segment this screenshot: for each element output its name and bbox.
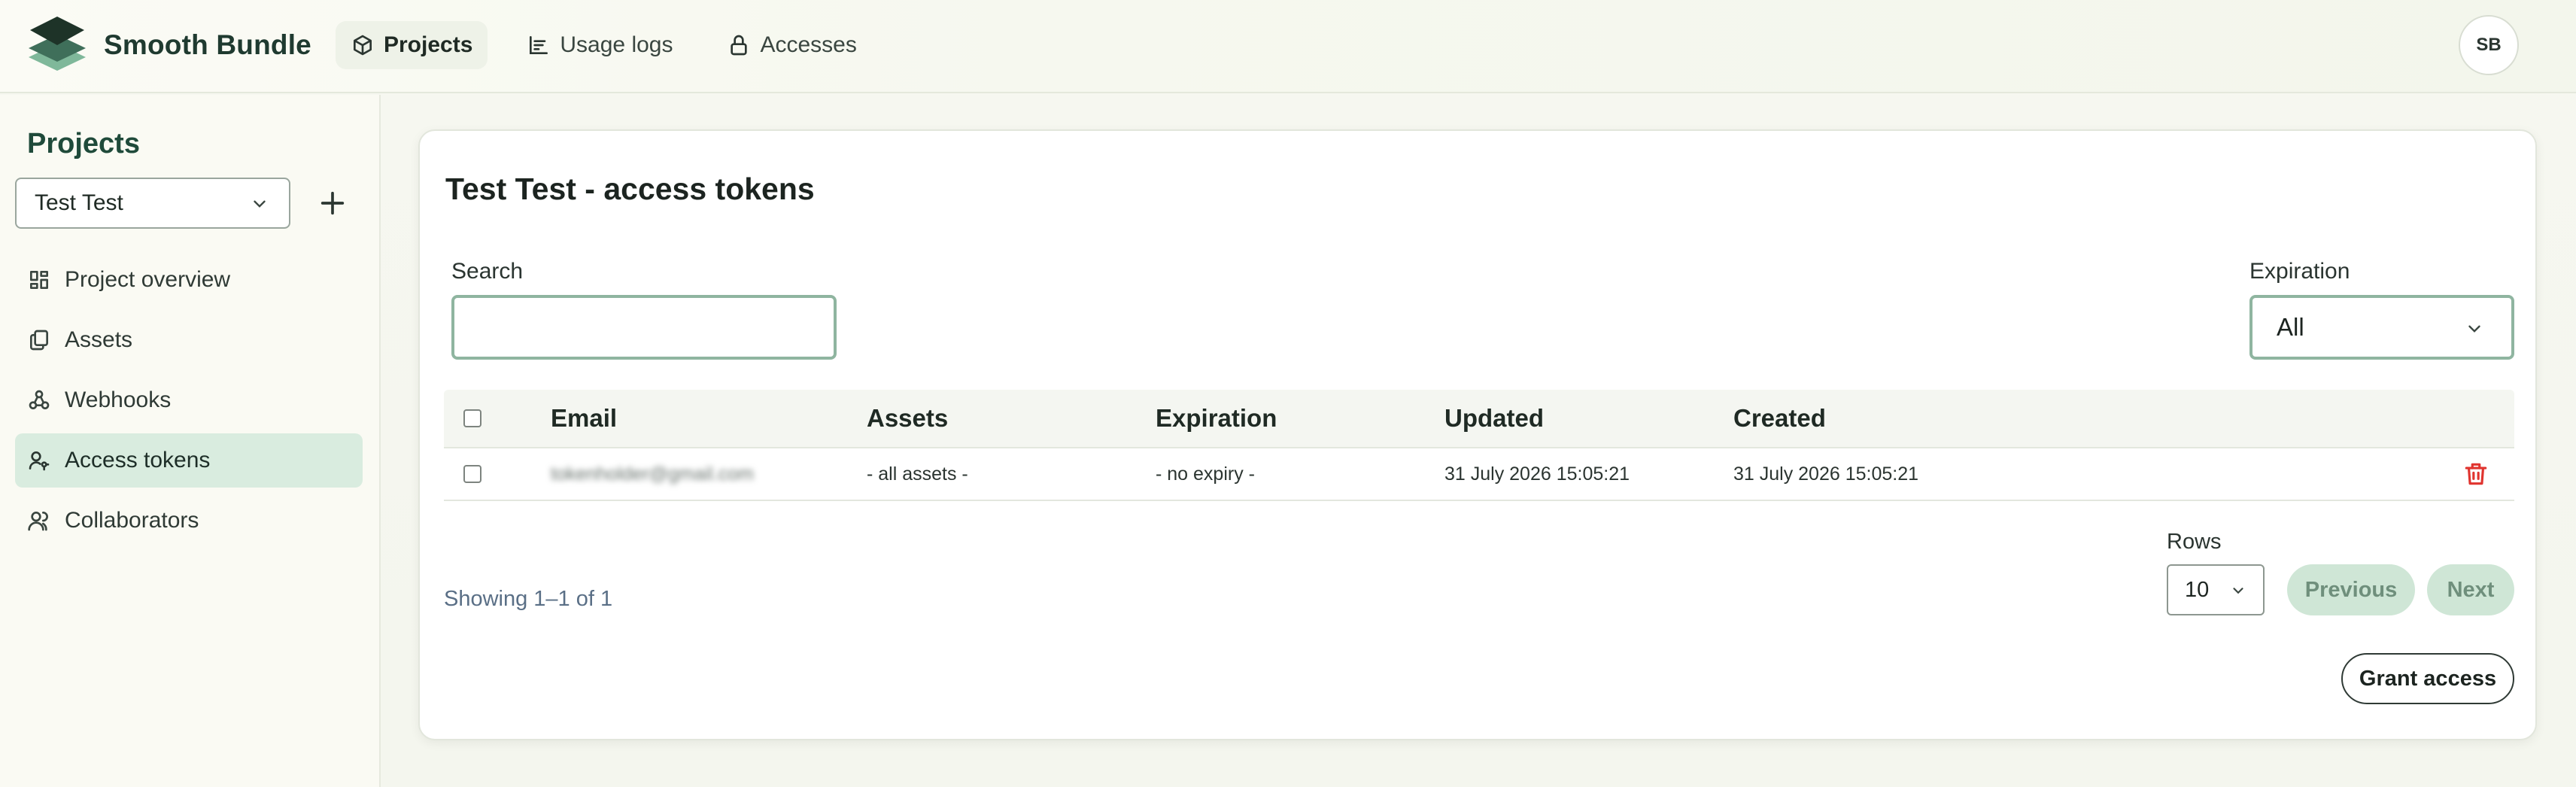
row-assets: - all assets - <box>867 463 968 485</box>
trash-icon <box>2465 463 2487 485</box>
nav-accesses-label: Accesses <box>760 32 857 57</box>
sidebar-item-assets[interactable]: Assets <box>15 313 363 367</box>
select-all-checkbox[interactable] <box>463 409 481 427</box>
chevron-down-icon <box>2233 588 2243 594</box>
sidebar: Projects Test Test Project overview Asse… <box>0 95 381 787</box>
chevron-down-icon <box>254 200 266 208</box>
plus-icon <box>320 191 345 215</box>
rows-per-page-label: Rows <box>2167 530 2222 554</box>
sidebar-item-label: Access tokens <box>65 448 211 473</box>
nav-projects-label: Projects <box>384 32 473 57</box>
sidebar-item-access-tokens[interactable]: Access tokens <box>15 433 363 488</box>
pagination-summary: Showing 1–1 of 1 <box>444 587 613 611</box>
sidebar-nav: Project overview Assets Webhooks Access … <box>15 253 363 554</box>
search-input[interactable] <box>451 295 837 360</box>
sidebar-title: Projects <box>27 128 140 160</box>
table-row[interactable]: tokenholder@gmail.com - all assets - - n… <box>444 448 2514 501</box>
top-bar: Smooth Bundle Projects Usage logs Access… <box>0 0 2576 93</box>
avatar[interactable]: SB <box>2459 15 2519 75</box>
row-checkbox[interactable] <box>463 465 481 483</box>
app-name: Smooth Bundle <box>104 29 311 60</box>
column-header-expiration[interactable]: Expiration <box>1156 390 1277 447</box>
search-label: Search <box>451 259 524 284</box>
files-icon <box>30 330 48 351</box>
row-created: 31 July 2026 15:05:21 <box>1733 463 1919 485</box>
delete-token-button[interactable] <box>2462 448 2490 500</box>
expiration-filter-value: All <box>2277 313 2304 341</box>
expiration-filter-label: Expiration <box>2249 259 2350 284</box>
project-select[interactable]: Test Test <box>15 178 290 229</box>
sidebar-item-project-overview[interactable]: Project overview <box>15 253 363 307</box>
sidebar-item-label: Assets <box>65 327 133 352</box>
chart-icon <box>530 36 548 54</box>
column-header-assets[interactable]: Assets <box>867 390 948 447</box>
chevron-down-icon <box>2468 325 2480 333</box>
page-title: Test Test - access tokens <box>445 172 815 206</box>
column-header-updated[interactable]: Updated <box>1444 390 1544 447</box>
sidebar-item-label: Webhooks <box>65 387 172 412</box>
lock-icon <box>731 35 748 56</box>
access-tokens-card: Test Test - access tokens Search Expirat… <box>418 129 2537 740</box>
logo-icon <box>29 17 86 71</box>
sidebar-item-label: Collaborators <box>65 508 199 533</box>
expiration-filter-select[interactable]: All <box>2249 295 2514 360</box>
nav-usage-logs[interactable]: Usage logs <box>512 21 688 69</box>
row-updated: 31 July 2026 15:05:21 <box>1444 463 1630 485</box>
nav-usage-logs-label: Usage logs <box>560 32 673 57</box>
dashboard-icon <box>29 271 48 289</box>
next-page-button[interactable]: Next <box>2427 564 2514 615</box>
user-key-icon <box>29 451 50 471</box>
top-nav: Projects Usage logs Accesses <box>336 21 896 69</box>
nav-projects[interactable]: Projects <box>336 21 488 69</box>
brand[interactable]: Smooth Bundle <box>26 14 311 77</box>
table-header: Email Assets Expiration Updated Created <box>444 390 2514 448</box>
cube-icon <box>354 35 372 56</box>
add-project-button[interactable] <box>314 184 351 223</box>
column-header-created[interactable]: Created <box>1733 390 1826 447</box>
row-email: tokenholder@gmail.com <box>551 463 754 485</box>
row-expiration: - no expiry - <box>1156 463 1255 485</box>
nav-accesses[interactable]: Accesses <box>712 21 871 69</box>
tokens-table: Email Assets Expiration Updated Created … <box>444 390 2514 501</box>
previous-page-button[interactable]: Previous <box>2287 564 2415 615</box>
rows-per-page-value: 10 <box>2185 577 2210 602</box>
grant-access-button[interactable]: Grant access <box>2341 653 2514 704</box>
column-header-email[interactable]: Email <box>551 390 617 447</box>
sidebar-item-webhooks[interactable]: Webhooks <box>15 373 363 427</box>
sidebar-item-collaborators[interactable]: Collaborators <box>15 494 363 548</box>
project-select-value: Test Test <box>35 190 123 215</box>
rows-per-page-select[interactable]: 10 <box>2167 564 2265 615</box>
users-icon <box>28 512 48 531</box>
webhook-icon <box>29 390 50 409</box>
sidebar-item-label: Project overview <box>65 267 231 292</box>
